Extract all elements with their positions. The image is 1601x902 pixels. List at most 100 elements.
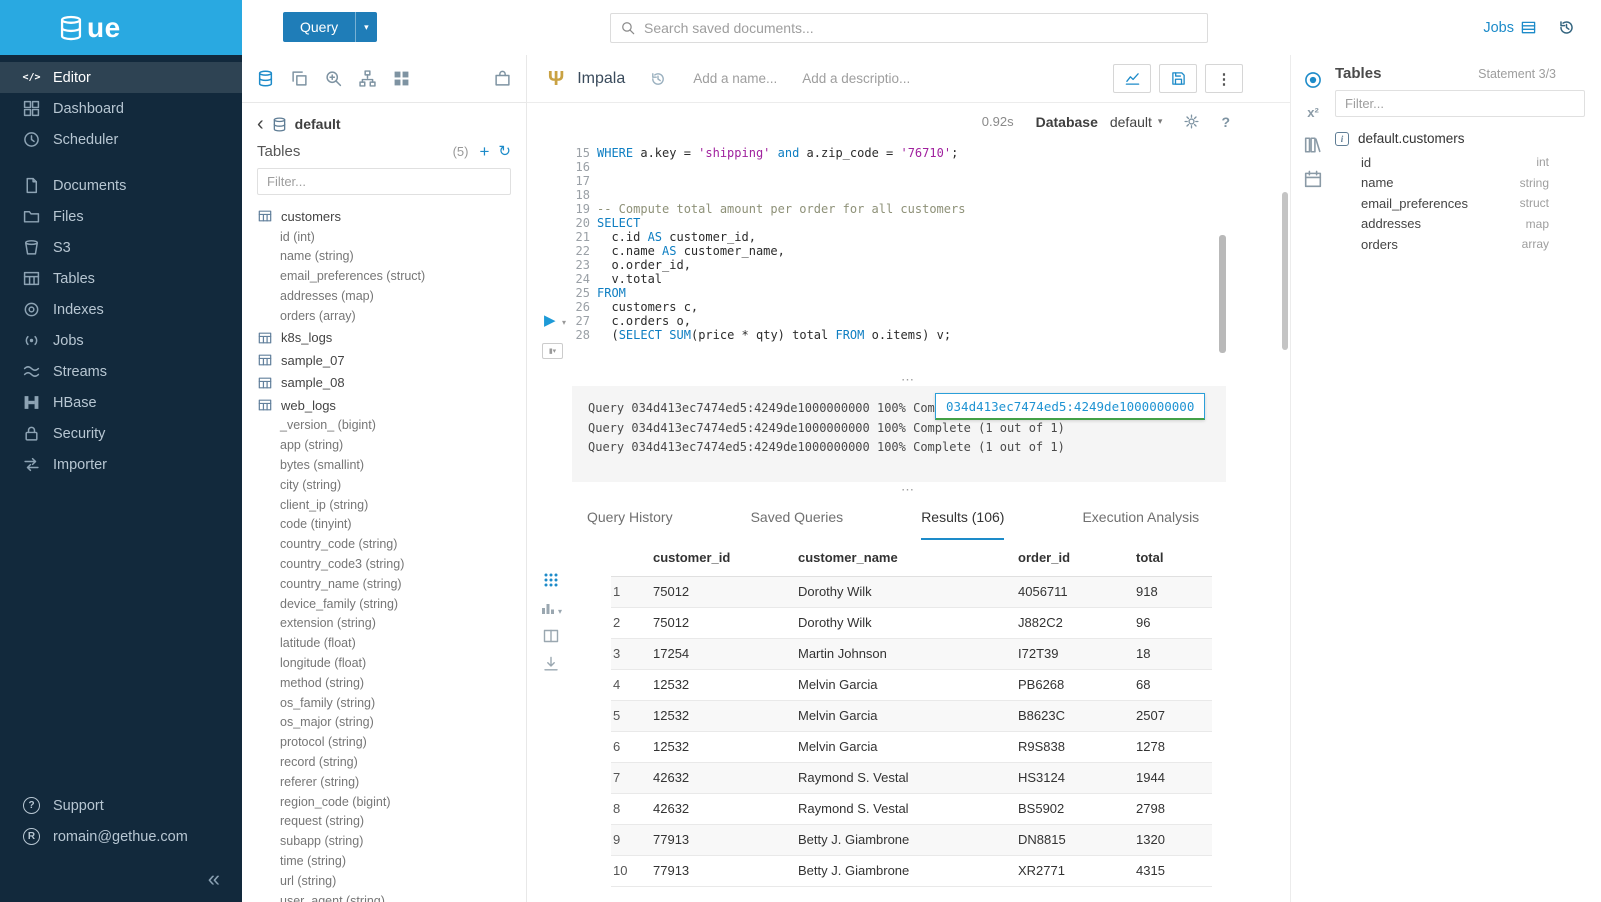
back-chevron-icon[interactable]: ‹ xyxy=(257,118,264,130)
nav-item-indexes[interactable]: Indexes xyxy=(0,294,242,325)
editor-history-icon[interactable] xyxy=(650,71,666,87)
query-history-icon[interactable] xyxy=(1558,19,1575,36)
result-row[interactable]: 1077913Betty J. GiambroneXR27714315 xyxy=(611,855,1212,886)
tree-table-customers[interactable]: customers xyxy=(242,205,526,228)
tree-column[interactable]: country_name (string) xyxy=(242,575,526,595)
nav-item-dashboard[interactable]: Dashboard xyxy=(0,93,242,124)
tree-column[interactable]: longitude (float) xyxy=(242,654,526,674)
columns-toggle-icon[interactable] xyxy=(543,628,559,644)
nav-item-tables[interactable]: Tables xyxy=(0,263,242,294)
nav-item-security[interactable]: Security xyxy=(0,418,242,449)
tree-column[interactable]: app (string) xyxy=(242,436,526,456)
tree-column[interactable]: referer (string) xyxy=(242,773,526,793)
nav-item-jobs[interactable]: Jobs xyxy=(0,325,242,356)
column-id[interactable]: idint xyxy=(1335,152,1601,173)
tab-saved-queries[interactable]: Saved Queries xyxy=(751,496,844,540)
tree-column[interactable]: name (string) xyxy=(242,247,526,267)
collapse-sidebar-icon[interactable]: « xyxy=(208,868,220,890)
result-row[interactable]: 275012Dorothy WilkJ882C296 xyxy=(611,607,1212,638)
query-name-input[interactable] xyxy=(693,71,789,86)
tab-results[interactable]: Results (106) xyxy=(921,496,1004,540)
query-button[interactable]: Query ▾ xyxy=(283,12,377,42)
result-row[interactable]: 317254Martin JohnsonI72T3918 xyxy=(611,638,1212,669)
breadcrumb-database[interactable]: default xyxy=(295,116,341,132)
resize-handle-top[interactable]: ⋯ xyxy=(527,372,1290,386)
tree-column[interactable]: email_preferences (struct) xyxy=(242,267,526,287)
engine-name[interactable]: Impala xyxy=(577,70,625,88)
tree-column[interactable]: url (string) xyxy=(242,872,526,892)
active-table[interactable]: i default.customers xyxy=(1335,131,1601,146)
tree-column[interactable]: protocol (string) xyxy=(242,733,526,753)
nav-item-hbase[interactable]: HBase xyxy=(0,387,242,418)
nav-item-documents[interactable]: Documents xyxy=(0,170,242,201)
code-lines[interactable]: WHERE a.key = 'shipping' and a.zip_code … xyxy=(597,146,1290,372)
tree-column[interactable]: os_family (string) xyxy=(242,694,526,714)
tree-column[interactable]: extension (string) xyxy=(242,614,526,634)
result-row[interactable]: 512532Melvin GarciaB8623C2507 xyxy=(611,700,1212,731)
editor-scrollbar[interactable] xyxy=(1282,192,1288,350)
tree-column[interactable]: device_family (string) xyxy=(242,595,526,615)
databases-source-icon[interactable] xyxy=(257,70,274,87)
tree-column[interactable]: bytes (smallint) xyxy=(242,456,526,476)
refresh-tables-icon[interactable]: ↻ xyxy=(498,144,511,159)
functions-icon[interactable]: x² xyxy=(1307,105,1319,120)
column-addresses[interactable]: addressesmap xyxy=(1335,214,1601,235)
grid-view-icon[interactable] xyxy=(543,572,559,588)
tab-execution-analysis[interactable]: Execution Analysis xyxy=(1082,496,1199,540)
execute-options-caret[interactable]: ▾ xyxy=(562,318,566,327)
active-table-name[interactable]: default.customers xyxy=(1358,131,1465,146)
tree-column[interactable]: addresses (map) xyxy=(242,287,526,307)
nav-item-files[interactable]: Files xyxy=(0,201,242,232)
execute-play-button[interactable]: ▶ xyxy=(544,313,556,328)
collections-source-icon[interactable] xyxy=(494,70,511,87)
tree-column[interactable]: time (string) xyxy=(242,852,526,872)
documents-source-icon[interactable] xyxy=(291,70,308,87)
query-button-label[interactable]: Query xyxy=(283,12,355,42)
result-row[interactable]: 742632Raymond S. VestalHS31241944 xyxy=(611,762,1212,793)
tree-column[interactable]: os_major (string) xyxy=(242,713,526,733)
nav-item-editor[interactable]: </>Editor xyxy=(0,62,242,93)
nav-item-importer[interactable]: Importer xyxy=(0,449,242,480)
result-row[interactable]: 175012Dorothy Wilk4056711918 xyxy=(611,576,1212,607)
tree-column[interactable]: code (tinyint) xyxy=(242,515,526,535)
apps-source-icon[interactable] xyxy=(393,70,410,87)
right-filter-input[interactable] xyxy=(1335,90,1585,117)
column-name[interactable]: namestring xyxy=(1335,173,1601,194)
info-icon[interactable]: i xyxy=(1335,132,1349,146)
tab-query-history[interactable]: Query History xyxy=(587,496,673,540)
tree-column[interactable]: client_ip (string) xyxy=(242,496,526,516)
tree-column[interactable]: user_agent (string) xyxy=(242,892,526,902)
result-row[interactable]: 977913Betty J. GiambroneDN88151320 xyxy=(611,824,1212,855)
sitemap-source-icon[interactable] xyxy=(359,70,376,87)
snippet-settings-button[interactable]: ▮▾ xyxy=(542,343,563,359)
tree-column[interactable]: request (string) xyxy=(242,812,526,832)
schedule-icon[interactable] xyxy=(1304,170,1322,188)
column-orders[interactable]: ordersarray xyxy=(1335,234,1601,255)
query-description-input[interactable] xyxy=(802,71,912,86)
nav-item-support[interactable]: ? Support xyxy=(0,790,242,821)
code-scrollbar[interactable] xyxy=(1219,235,1226,353)
tree-column[interactable]: record (string) xyxy=(242,753,526,773)
search-input[interactable] xyxy=(644,20,1197,36)
nav-item-s3[interactable]: S3 xyxy=(0,232,242,263)
result-row[interactable]: 612532Melvin GarciaR9S8381278 xyxy=(611,731,1212,762)
tree-column[interactable]: latitude (float) xyxy=(242,634,526,654)
query-caret-icon[interactable]: ▾ xyxy=(355,12,377,42)
database-dropdown[interactable]: default▾ xyxy=(1110,114,1163,130)
nav-item-user[interactable]: R romain@gethue.com xyxy=(0,821,242,852)
zoom-source-icon[interactable] xyxy=(325,70,342,87)
tree-table-web_logs[interactable]: web_logs xyxy=(242,394,526,417)
more-actions-button[interactable]: ⋮ xyxy=(1205,64,1243,93)
column-email_preferences[interactable]: email_preferencesstruct xyxy=(1335,193,1601,214)
tree-column[interactable]: subapp (string) xyxy=(242,832,526,852)
tables-filter-input[interactable] xyxy=(257,168,511,195)
tree-column[interactable]: city (string) xyxy=(242,476,526,496)
hue-logo[interactable]: ue xyxy=(0,0,242,55)
tree-table-sample_07[interactable]: sample_07 xyxy=(242,349,526,372)
nav-item-scheduler[interactable]: Scheduler xyxy=(0,124,242,155)
tree-column[interactable]: method (string) xyxy=(242,674,526,694)
jobs-link[interactable]: Jobs xyxy=(1483,20,1536,36)
download-results-icon[interactable] xyxy=(543,656,559,672)
result-row[interactable]: 412532Melvin GarciaPB626868 xyxy=(611,669,1212,700)
global-search[interactable] xyxy=(610,13,1208,43)
